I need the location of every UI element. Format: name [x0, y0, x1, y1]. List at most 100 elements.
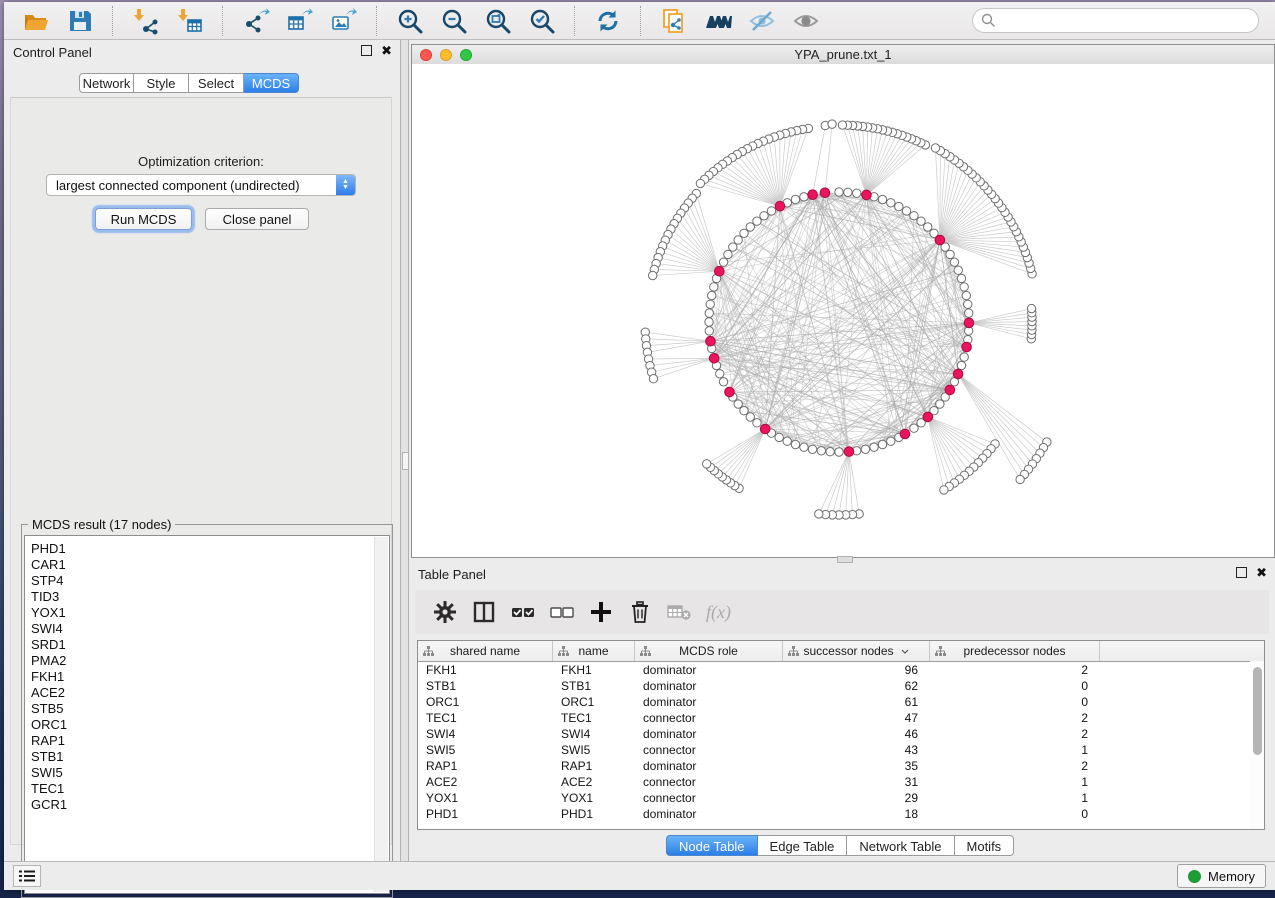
table-cell[interactable]: PHD1	[418, 807, 553, 821]
tab-network[interactable]: Network	[79, 73, 134, 93]
table-cell[interactable]: SWI5	[553, 743, 635, 757]
table-row[interactable]: PHD1PHD1dominator180	[418, 806, 1264, 822]
table-cell[interactable]: connector	[635, 711, 783, 725]
ring-node[interactable]	[753, 419, 761, 427]
table-cell[interactable]: 2	[930, 711, 1100, 725]
mcds-result-item[interactable]: STB1	[25, 749, 373, 765]
ring-node[interactable]	[844, 188, 852, 196]
ring-node[interactable]	[853, 189, 861, 197]
ring-node[interactable]	[706, 300, 714, 308]
table-cell[interactable]: 96	[783, 663, 930, 677]
mcds-hub-node[interactable]	[900, 429, 910, 439]
mcds-hub-node[interactable]	[706, 336, 716, 346]
ring-node[interactable]	[924, 223, 932, 231]
ring-node[interactable]	[962, 291, 970, 299]
ring-node[interactable]	[716, 370, 724, 378]
mcds-result-item[interactable]: ORC1	[25, 717, 373, 733]
ring-node[interactable]	[817, 447, 825, 455]
sort-chevron-icon[interactable]	[901, 649, 909, 654]
table-cell[interactable]: connector	[635, 775, 783, 789]
table-row[interactable]: SWI5SWI5connector431	[418, 742, 1264, 758]
table-cell[interactable]: ACE2	[553, 775, 635, 789]
zoom-selected-icon[interactable]	[527, 6, 557, 36]
ring-node[interactable]	[719, 258, 727, 266]
vertical-splitter[interactable]	[400, 40, 409, 862]
ring-node[interactable]	[835, 188, 843, 196]
table-cell[interactable]: ORC1	[418, 695, 553, 709]
ring-node[interactable]	[767, 207, 775, 215]
ring-node[interactable]	[960, 353, 968, 361]
column-header-successor-nodes[interactable]: successor nodes	[783, 641, 930, 661]
table-cell[interactable]: 1	[930, 775, 1100, 789]
settings-gear-icon[interactable]	[429, 597, 461, 627]
mcds-result-item[interactable]: PHD1	[25, 541, 373, 557]
ring-node[interactable]	[826, 447, 834, 455]
table-row[interactable]: RAP1RAP1dominator352	[418, 758, 1264, 774]
save-session-icon[interactable]	[65, 6, 95, 36]
table-cell[interactable]: 0	[930, 679, 1100, 693]
delete-table-icon[interactable]	[663, 597, 695, 627]
table-row[interactable]: ORC1ORC1dominator610	[418, 694, 1264, 710]
ring-node[interactable]	[710, 283, 718, 291]
mcds-result-item[interactable]: FKH1	[25, 669, 373, 685]
tab-node-table[interactable]: Node Table	[666, 835, 758, 856]
table-row[interactable]: STB1STB1dominator620	[418, 678, 1264, 694]
ring-node[interactable]	[878, 195, 886, 203]
table-cell[interactable]: FKH1	[553, 663, 635, 677]
deselect-all-icon[interactable]	[546, 597, 578, 627]
table-cell[interactable]: STB1	[418, 679, 553, 693]
table-cell[interactable]: 31	[783, 775, 930, 789]
mcds-hub-node[interactable]	[945, 385, 955, 395]
ring-node[interactable]	[957, 274, 965, 282]
ring-node[interactable]	[910, 212, 918, 220]
ring-node[interactable]	[800, 443, 808, 451]
new-network-from-selection-icon[interactable]	[659, 6, 689, 36]
fan-node[interactable]	[696, 179, 704, 187]
close-panel-icon[interactable]: ✖	[381, 45, 392, 56]
zoom-in-icon[interactable]	[395, 6, 425, 36]
mcds-result-item[interactable]: YOX1	[25, 605, 373, 621]
column-header-shared-name[interactable]: shared name	[418, 641, 553, 661]
table-cell[interactable]: SWI5	[418, 743, 553, 757]
ring-node[interactable]	[734, 236, 742, 244]
ring-node[interactable]	[878, 440, 886, 448]
mcds-hub-node[interactable]	[844, 447, 854, 457]
hide-selected-icon[interactable]	[747, 6, 777, 36]
ring-node[interactable]	[746, 413, 754, 421]
table-cell[interactable]: connector	[635, 791, 783, 805]
mcds-result-item[interactable]: STB5	[25, 701, 373, 717]
table-row[interactable]: YOX1YOX1connector291	[418, 790, 1264, 806]
table-cell[interactable]: 46	[783, 727, 930, 741]
ring-node[interactable]	[791, 440, 799, 448]
fan-node[interactable]	[815, 510, 823, 518]
ring-node[interactable]	[800, 193, 808, 201]
ring-node[interactable]	[887, 437, 895, 445]
ring-node[interactable]	[917, 217, 925, 225]
mcds-result-item[interactable]: ACE2	[25, 685, 373, 701]
column-header-predecessor-nodes[interactable]: predecessor nodes	[930, 641, 1100, 661]
ring-node[interactable]	[887, 199, 895, 207]
ring-node[interactable]	[740, 407, 748, 415]
table-scrollbar[interactable]	[1250, 661, 1264, 829]
mcds-hub-node[interactable]	[725, 387, 735, 397]
fan-node[interactable]	[931, 144, 939, 152]
fan-node[interactable]	[940, 486, 948, 494]
table-cell[interactable]: RAP1	[553, 759, 635, 773]
table-cell[interactable]: FKH1	[418, 663, 553, 677]
table-cell[interactable]: dominator	[635, 727, 783, 741]
run-mcds-button[interactable]: Run MCDS	[95, 208, 192, 230]
mcds-hub-node[interactable]	[964, 318, 974, 328]
mcds-hub-node[interactable]	[808, 190, 818, 200]
table-cell[interactable]: 29	[783, 791, 930, 805]
ring-node[interactable]	[746, 223, 754, 231]
mcds-result-item[interactable]: SWI5	[25, 765, 373, 781]
table-cell[interactable]: 47	[783, 711, 930, 725]
mcds-hub-node[interactable]	[709, 353, 719, 363]
zoom-out-icon[interactable]	[439, 6, 469, 36]
fan-node[interactable]	[828, 120, 836, 128]
table-cell[interactable]: dominator	[635, 807, 783, 821]
refresh-icon[interactable]	[593, 6, 623, 36]
ring-node[interactable]	[705, 327, 713, 335]
table-cell[interactable]: YOX1	[418, 791, 553, 805]
table-row[interactable]: FKH1FKH1dominator962	[418, 662, 1264, 678]
